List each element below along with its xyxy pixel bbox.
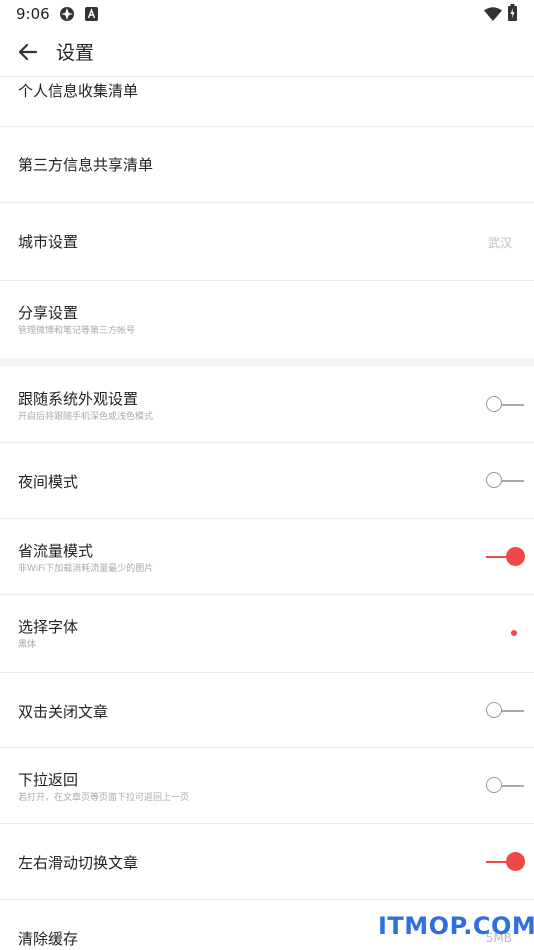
double-tap-close-row[interactable]: 双击关闭文章: [0, 673, 534, 748]
row-subtitle: 黑体: [18, 640, 37, 650]
double-tap-close-switch[interactable]: [486, 700, 526, 722]
row-title: 省流量模式: [18, 542, 94, 560]
section-divider: [0, 358, 534, 366]
data-saver-row[interactable]: 省流量模式 非WiFi下加载消耗流量最少的图片: [0, 519, 534, 595]
city-value: 武汉: [487, 236, 512, 250]
follow-system-row[interactable]: 跟随系统外观设置 开启后将跟随手机深色或浅色模式: [0, 366, 534, 443]
vpn-icon: [59, 6, 75, 26]
row-title: 个人信息收集清单: [18, 82, 139, 100]
row-title: 左右滑动切换文章: [18, 854, 139, 872]
share-setting-row[interactable]: 分享设置 管理微博和笔记等第三方帐号: [0, 281, 534, 358]
pull-back-switch[interactable]: [486, 775, 526, 797]
back-button[interactable]: [12, 36, 44, 68]
row-title: 第三方信息共享清单: [18, 156, 154, 174]
page-title: 设置: [56, 42, 95, 64]
night-mode-row[interactable]: 夜间模式: [0, 443, 534, 519]
swipe-switch-article-switch[interactable]: [486, 851, 526, 873]
swipe-switch-article-row[interactable]: 左右滑动切换文章: [0, 824, 534, 900]
third-party-share-row[interactable]: 第三方信息共享清单: [0, 127, 534, 203]
wifi-icon: [484, 6, 502, 25]
row-subtitle: 非WiFi下加载消耗流量最少的图片: [18, 564, 154, 574]
site-watermark: ITMOP.COM: [378, 912, 534, 940]
font-select-row[interactable]: 选择字体 黑体: [0, 595, 534, 673]
row-title: 下拉返回: [18, 771, 79, 789]
row-title: 选择字体: [18, 618, 79, 636]
back-arrow-icon: [18, 43, 38, 61]
battery-icon: [508, 4, 517, 25]
status-bar: 9:06: [0, 0, 534, 28]
app-notification-icon: [85, 6, 98, 25]
row-title: 分享设置: [18, 304, 79, 322]
row-title: 夜间模式: [18, 473, 79, 491]
follow-system-switch[interactable]: [486, 394, 526, 416]
city-setting-row[interactable]: 城市设置 武汉: [0, 203, 534, 281]
status-time: 9:06: [16, 5, 50, 23]
row-title: 城市设置: [18, 233, 79, 251]
new-indicator-dot: [511, 630, 517, 636]
row-subtitle: 若打开，在文章页等页面下拉可返回上一页: [18, 793, 190, 803]
data-saver-switch[interactable]: [486, 546, 526, 568]
toolbar: 设置: [0, 28, 534, 76]
row-title: 清除缓存: [18, 930, 79, 948]
privacy-list-row[interactable]: 个人信息收集清单: [0, 76, 534, 127]
pull-back-row[interactable]: 下拉返回 若打开，在文章页等页面下拉可返回上一页: [0, 748, 534, 824]
row-subtitle: 开启后将跟随手机深色或浅色模式: [18, 412, 154, 422]
row-title: 双击关闭文章: [18, 703, 109, 721]
night-mode-switch[interactable]: [486, 470, 526, 492]
row-subtitle: 管理微博和笔记等第三方帐号: [18, 326, 136, 336]
row-title: 跟随系统外观设置: [18, 390, 139, 408]
